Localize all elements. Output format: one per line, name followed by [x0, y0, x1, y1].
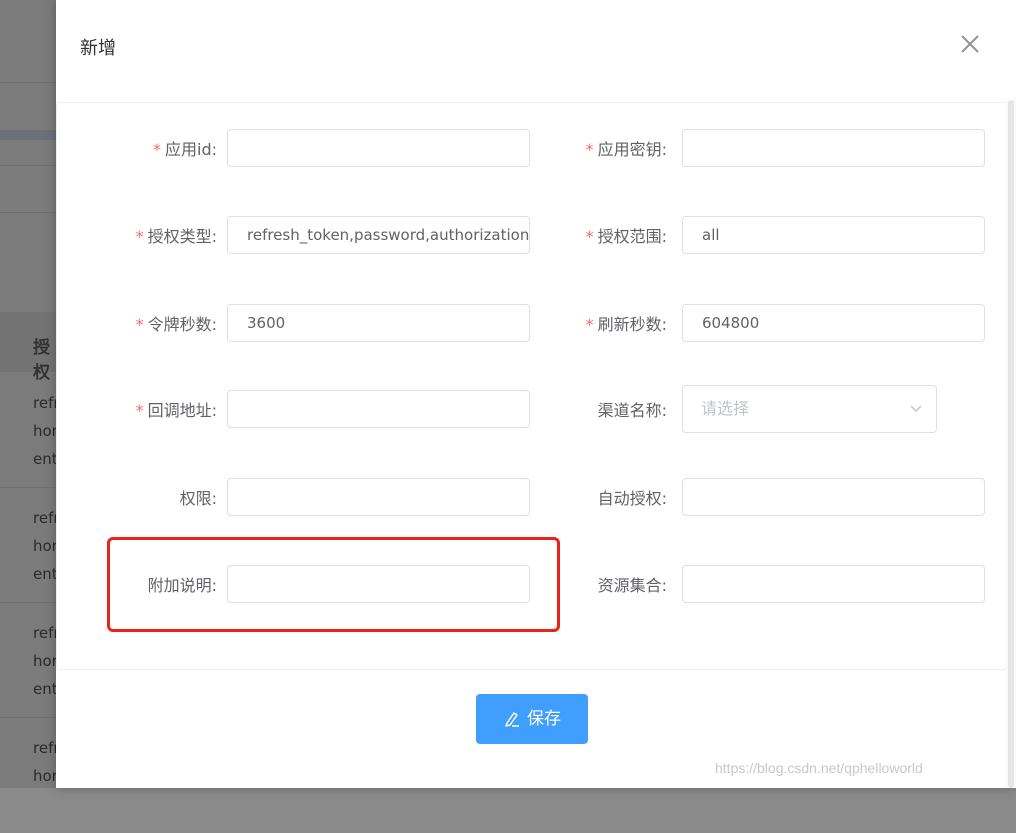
scope-label: * 授权范围: [585, 227, 667, 246]
grant-types-label: * 授权类型: [135, 227, 217, 246]
close-icon[interactable] [958, 32, 982, 56]
cell-text: ent [33, 565, 58, 583]
background-band [0, 130, 60, 140]
authorities-label: 权限: [179, 489, 217, 508]
divider [0, 602, 60, 603]
save-button[interactable]: 保存 [476, 694, 588, 744]
app-id-label: * 应用id: [153, 140, 217, 159]
scrollbar-thumb[interactable] [1008, 100, 1014, 788]
divider [0, 165, 60, 166]
table-row[interactable]: refr hor [0, 719, 60, 833]
divider [0, 212, 60, 213]
resource-ids-input[interactable] [682, 565, 985, 603]
divider [0, 487, 60, 488]
background-page: 授权 refr hor ent refr hor ent refr hor en… [0, 0, 60, 788]
refresh-seconds-input[interactable]: 604800 [682, 304, 985, 342]
chevron-down-icon [910, 405, 922, 413]
cell-text: hor [33, 422, 58, 440]
cell-text: ent [33, 450, 58, 468]
highlight-annotation [107, 537, 560, 632]
cell-text: hor [33, 652, 58, 670]
dialog-title: 新增 [80, 38, 116, 59]
grant-types-input[interactable]: refresh_token,password,authorization_cod… [227, 216, 530, 254]
scope-input[interactable]: all [682, 216, 985, 254]
scrollbar[interactable] [1006, 100, 1016, 788]
table-row[interactable]: refr hor ent [0, 604, 60, 718]
token-seconds-label: * 令牌秒数: [135, 315, 217, 334]
channel-name-select[interactable]: 请选择 [682, 385, 937, 433]
app-secret-label: * 应用密钥: [585, 140, 667, 159]
table-row[interactable]: refr hor ent [0, 374, 60, 488]
auto-approve-input[interactable] [682, 478, 985, 516]
redirect-url-input[interactable] [227, 390, 530, 428]
auto-approve-label: 自动授权: [597, 489, 667, 508]
channel-name-placeholder: 请选择 [701, 399, 750, 418]
refresh-seconds-label: * 刷新秒数: [585, 315, 667, 334]
token-seconds-input[interactable]: 3600 [227, 304, 530, 342]
edit-icon [505, 712, 519, 727]
cell-text: hor [33, 767, 58, 785]
save-button-label: 保存 [527, 709, 561, 729]
table-row[interactable]: refr hor ent [0, 489, 60, 603]
cell-text: hor [33, 537, 58, 555]
channel-name-label: 渠道名称: [597, 401, 667, 420]
app-secret-input[interactable] [682, 129, 985, 167]
add-dialog: 新增 * 应用id: * 应用密钥: * 授权类型: refresh_token,pa… [56, 0, 1016, 788]
divider [0, 717, 60, 718]
app-id-input[interactable] [227, 129, 530, 167]
watermark: https://blog.csdn.net/qphelloworld [715, 760, 923, 776]
cell-text: ent [33, 680, 58, 698]
divider [0, 82, 60, 83]
authorities-input[interactable] [227, 478, 530, 516]
redirect-url-label: * 回调地址: [135, 401, 217, 420]
